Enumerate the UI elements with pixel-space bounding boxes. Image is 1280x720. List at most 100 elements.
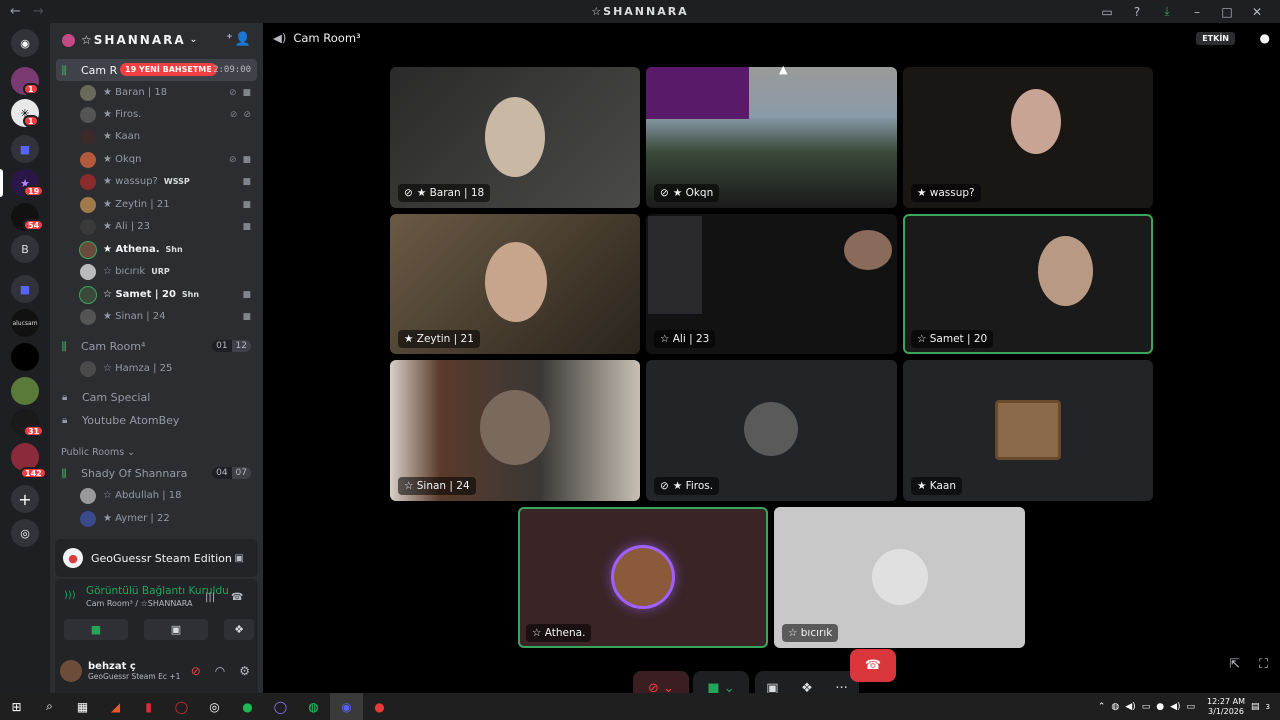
locked-channel-youtube[interactable]: 🔒︎ Youtube AtomBey bbox=[62, 414, 179, 427]
voice-channel-cam-room-4[interactable]: ||| Cam Room⁴ 01 12 bbox=[56, 335, 257, 357]
activity-panel[interactable]: ● GeoGuessr Steam Edition ▣ bbox=[55, 539, 258, 577]
system-tray: ⌃ ◍ ◀) ▭ ● ◀) ▭ 12:27 AM 3/1/2026 ▤ 3 bbox=[1098, 693, 1270, 720]
minimize-button[interactable]: – bbox=[1182, 2, 1212, 21]
volume-icon[interactable]: ◀) bbox=[1125, 702, 1135, 712]
server-header[interactable]: ☆SHANNARA ⌄ ⁺👤 bbox=[50, 23, 263, 57]
server-icon-6[interactable]: alucsam bbox=[11, 309, 39, 337]
screen-share-icon[interactable]: ▣ bbox=[235, 553, 244, 564]
tray-expand-icon[interactable]: ⌃ bbox=[1098, 702, 1106, 712]
discord-taskbar-icon[interactable]: ◉ bbox=[330, 693, 363, 720]
participant-label: ☆ Sinan | 24 bbox=[398, 477, 476, 495]
voice-member[interactable]: ★ Baran | 18 ⊘ ■ bbox=[80, 82, 257, 103]
activity-toggle-button[interactable]: ETKİN bbox=[1196, 32, 1235, 45]
app-icon-2[interactable]: ▮ bbox=[132, 693, 165, 720]
video-tile-baran[interactable]: ⊘ ★ Baran | 18 bbox=[390, 67, 640, 208]
chevron-down-icon: ⌄ bbox=[127, 447, 136, 458]
voice-member[interactable]: ★ Okqn ⊘ ■ bbox=[80, 149, 257, 170]
voice-member[interactable]: ☆ Abdullah | 18 bbox=[80, 485, 257, 506]
discover-icon[interactable]: ◎ bbox=[11, 519, 39, 547]
video-tile-sinan[interactable]: ☆ Sinan | 24 bbox=[390, 360, 640, 501]
voice-member[interactable]: ★ Aymer | 22 bbox=[80, 508, 257, 529]
noise-suppression-icon[interactable]: ||| bbox=[205, 592, 215, 603]
speaker-icon[interactable]: ◀) bbox=[1170, 702, 1180, 712]
close-button[interactable]: ✕ bbox=[1242, 2, 1272, 21]
video-tile-bicirik[interactable]: ☆ bıcırık bbox=[774, 507, 1025, 648]
maximize-button[interactable]: □ bbox=[1212, 2, 1242, 21]
video-tile-firos[interactable]: ⊘ ★ Firos. bbox=[646, 360, 897, 501]
store-icon[interactable]: ▦ bbox=[66, 693, 99, 720]
app-icon-1[interactable]: ◢ bbox=[99, 693, 132, 720]
opera-icon[interactable]: ◯ bbox=[165, 693, 198, 720]
disconnect-call-button[interactable]: ☎ bbox=[850, 649, 896, 682]
tray-app-icon[interactable]: ◍ bbox=[1111, 702, 1119, 712]
participant-name: ☆ Samet | 20 bbox=[917, 333, 988, 345]
voice-member[interactable]: ★ Ali | 23 ■ bbox=[80, 216, 257, 237]
screen-share-button[interactable]: ▣ bbox=[144, 619, 208, 640]
voice-channel-shady[interactable]: ||| Shady Of Shannara 04 07 bbox=[56, 462, 257, 484]
headset-icon[interactable]: ◠ bbox=[215, 664, 225, 678]
add-server-icon[interactable]: + bbox=[11, 485, 39, 513]
search-icon[interactable]: ⌕ bbox=[33, 693, 66, 720]
geoguessr-taskbar-icon[interactable]: ● bbox=[363, 693, 396, 720]
popout-icon[interactable]: ⇱ bbox=[1229, 657, 1240, 672]
voice-member[interactable]: ★ wassup? WSSP ■ bbox=[80, 171, 257, 192]
notification-icon[interactable]: ▤ bbox=[1251, 702, 1260, 712]
microphone-icon[interactable]: ● bbox=[1156, 702, 1164, 712]
voice-member[interactable]: ★ Athena. Shn bbox=[80, 239, 257, 260]
discord-home-icon[interactable]: ◉ bbox=[11, 29, 39, 57]
server-badge-2: 1 bbox=[23, 115, 39, 127]
user-avatar[interactable] bbox=[60, 660, 82, 682]
video-tile-okqn[interactable]: ⊘ ★ Okqn bbox=[646, 67, 897, 208]
server-icon-8[interactable] bbox=[11, 377, 39, 405]
member-status-icons: ■ bbox=[242, 290, 251, 300]
app-icon-3[interactable]: ◎ bbox=[198, 693, 231, 720]
video-tile-kaan[interactable]: ★ Kaan bbox=[903, 360, 1153, 501]
inbox-icon[interactable]: ▭ bbox=[1092, 2, 1122, 21]
server-icon-b[interactable]: B bbox=[11, 235, 39, 263]
mention-badge: 19 YENİ BAHSETME bbox=[120, 63, 217, 76]
disconnect-icon[interactable]: ☎ bbox=[231, 592, 243, 603]
display-icon[interactable]: ▭ bbox=[1187, 702, 1196, 712]
whatsapp-icon[interactable]: ◍ bbox=[297, 693, 330, 720]
network-icon[interactable]: ▭ bbox=[1142, 702, 1151, 712]
participant-name: ★ wassup? bbox=[917, 187, 975, 199]
voice-channel-cam-room-3[interactable]: ||| Cam R 19 YENİ BAHSETME 2:09:00 bbox=[56, 59, 257, 81]
category-public-rooms[interactable]: Public Rooms ⌄ bbox=[61, 447, 135, 458]
start-button[interactable]: ⊞ bbox=[0, 693, 33, 720]
participant-name: ☆ Athena. bbox=[532, 627, 586, 639]
video-tile-wassup[interactable]: ★ wassup? bbox=[903, 67, 1153, 208]
fullscreen-icon[interactable]: ⛶ bbox=[1259, 657, 1268, 672]
settings-gear-icon[interactable]: ⚙ bbox=[239, 664, 250, 678]
video-tile-ali[interactable]: ☆ Ali | 23 bbox=[646, 214, 897, 354]
app-icon-4[interactable]: ◯ bbox=[264, 693, 297, 720]
locked-channel-cam-special[interactable]: 🔒︎ Cam Special bbox=[62, 391, 150, 404]
member-name: ★ Zeytin | 21 bbox=[103, 199, 170, 210]
voice-member[interactable]: ★ Firos. ⊘ ⊘ bbox=[80, 104, 257, 125]
activity-button[interactable]: ❖ bbox=[224, 619, 254, 640]
folder-icon[interactable]: ■ bbox=[11, 135, 39, 163]
help-icon[interactable]: ? bbox=[1122, 2, 1152, 21]
clock[interactable]: 12:27 AM 3/1/2026 bbox=[1207, 697, 1245, 717]
video-tile-athena[interactable]: ☆ Athena. bbox=[518, 507, 768, 648]
voice-member[interactable]: ★ Sinan | 24 ■ bbox=[80, 306, 257, 327]
folder-icon-2[interactable]: ■ bbox=[11, 275, 39, 303]
connection-channel[interactable]: Cam Room³ / ☆SHANNARA bbox=[86, 599, 192, 608]
voice-member[interactable]: ☆ Hamza | 25 bbox=[80, 358, 257, 379]
chat-bubble-icon[interactable]: ● bbox=[1260, 31, 1270, 45]
add-member-icon[interactable]: ⁺👤 bbox=[226, 32, 253, 47]
microphone-muted-icon[interactable]: ⊘ bbox=[191, 664, 201, 678]
voice-member[interactable]: ★ Kaan bbox=[80, 126, 257, 147]
camera-button[interactable]: ■ bbox=[64, 619, 128, 640]
download-icon[interactable]: ⤓ bbox=[1152, 2, 1182, 21]
voice-member[interactable]: ☆ Samet | 20 Shn ■ bbox=[80, 284, 257, 305]
voice-member[interactable]: ★ Zeytin | 21 ■ bbox=[80, 194, 257, 215]
video-tile-zeytin[interactable]: ★ Zeytin | 21 bbox=[390, 214, 640, 354]
camera-icon: ■ bbox=[242, 176, 251, 187]
participant-name: ☆ bıcırık bbox=[788, 627, 833, 639]
member-name: ★ Baran | 18 bbox=[103, 87, 168, 98]
spotify-icon[interactable]: ● bbox=[231, 693, 264, 720]
voice-member[interactable]: ☆ bıcırık URP bbox=[80, 261, 257, 282]
server-icon-7[interactable] bbox=[11, 343, 39, 371]
participant-video bbox=[844, 230, 892, 270]
video-tile-samet[interactable]: ☆ Samet | 20 bbox=[903, 214, 1153, 354]
